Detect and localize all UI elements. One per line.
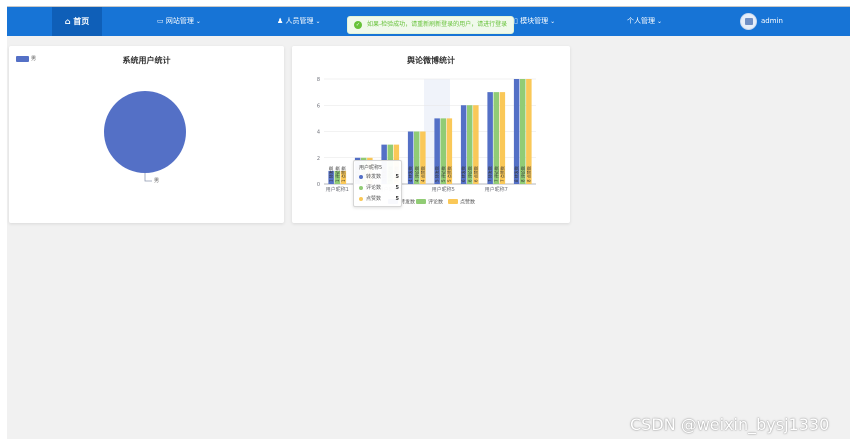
monitor-icon: ▭ [157,17,166,25]
pie-chart [104,91,186,182]
nav-user-management[interactable]: ♟ 人员管理 ⌄ [277,7,321,36]
y-tick-label: 6 [317,103,320,109]
tooltip-series-name: 点赞数 [366,196,382,202]
nav-site-management-label: 网站管理 [165,17,194,25]
tooltip-title: 用户昵称5 [359,165,383,171]
tooltip-row: 转发数 5 [359,173,401,182]
watermark: CSDN @weixin_bysj1330 [630,415,830,434]
bar-data-label: 4 转发数 [407,166,413,182]
bar-data-label: 7 点赞数 [499,166,505,182]
bar-data-label: 7 评论数 [493,166,499,182]
bar-data-label: 5 评论数 [440,166,446,182]
bar-data-label: 1 点赞数 [340,166,346,182]
y-tick-label: 2 [317,156,320,162]
success-toast: ✓ 如果-检验成功，请重新刷新登录的用户，请进行登录 [347,16,514,34]
series-dot-icon [359,185,363,190]
chevron-down-icon: ⌄ [195,18,201,25]
check-circle-icon: ✓ [354,21,362,29]
home-icon: ⌂ [64,17,74,26]
tooltip-series-value: 5 [395,185,399,191]
app-screen: ⌂ 首页 ▭ 网站管理 ⌄ ♟ 人员管理 ⌄ ▯ 模块管理 ⌄ 个人管理 ⌄ admin… [0,0,861,445]
bar-data-label: 5 转发数 [434,166,440,182]
y-tick-label: 0 [317,182,320,188]
pie-label-line [144,173,152,182]
bar-data-label: 4 点赞数 [419,166,425,182]
pie-slice-label: 男 [154,178,160,184]
tooltip-series-name: 评论数 [366,185,382,191]
tooltip-series-value: 5 [395,174,399,180]
bar-data-label: 8 点赞数 [525,166,531,182]
nav-module-management[interactable]: ▯ 模块管理 ⌄ [514,7,555,36]
weibo-stats-card: 舆论微博统计 1 转发数1 评论数1 点赞数2 转发数2 评论数2 点赞数3 转… [292,46,570,223]
chevron-down-icon: ⌄ [550,18,556,25]
x-tick-label: 用户昵称5 [432,186,455,193]
legend-label[interactable]: 转发数 [400,199,415,206]
bar-data-label: 6 转发数 [460,166,466,182]
x-tick-label: 用户昵称7 [485,186,508,193]
bar-data-label: 1 转发数 [328,166,334,182]
legend-label[interactable]: 评论数 [428,199,443,206]
bar-chart: 1 转发数1 评论数1 点赞数2 转发数2 评论数2 点赞数3 转发数3 评论数… [317,77,536,206]
pie-slice[interactable] [104,91,186,173]
nav-site-management[interactable]: ▭ 网站管理 ⌄ [157,7,201,36]
user-stats-card: 系统用户统计 男 男 [9,46,284,223]
bar-data-label: 1 评论数 [334,166,340,182]
tooltip-series-value: 5 [395,196,399,202]
nav-module-management-label: 模块管理 [520,17,549,25]
bar-data-label: 8 转发数 [513,166,519,182]
tooltip-row: 点赞数 5 [359,195,401,204]
user-avatar[interactable] [740,13,757,30]
bar-data-label: 7 转发数 [487,166,493,182]
chevron-down-icon: ⌄ [315,18,321,25]
bar-data-label: 8 评论数 [519,166,525,182]
nav-home-label: 首页 [73,17,90,26]
toast-message: 如果-检验成功，请重新刷新登录的用户，请进行登录 [367,21,508,28]
chevron-down-icon: ⌄ [657,18,663,25]
user-icon: ♟ [277,17,286,25]
y-tick-label: 4 [317,130,320,136]
legend-label[interactable]: 点赞数 [460,199,475,206]
legend-swatch[interactable] [448,199,458,204]
bar-data-label: 6 评论数 [466,166,472,182]
bar-data-label: 5 点赞数 [446,166,452,182]
nav-user-management-label: 人员管理 [285,17,314,25]
nav-personal-management[interactable]: 个人管理 ⌄ [627,7,662,36]
nav-personal-management-label: 个人管理 [627,17,655,25]
user-name[interactable]: admin [761,7,783,36]
bar-data-label: 6 点赞数 [472,166,478,182]
tooltip-row: 评论数 5 [359,184,401,193]
series-dot-icon [359,196,363,201]
y-tick-label: 8 [317,77,320,83]
x-tick-label: 用户昵称1 [326,186,349,193]
tooltip-series-name: 转发数 [366,174,382,180]
series-dot-icon [359,174,363,179]
legend-swatch[interactable] [416,199,426,204]
bar-data-label: 4 评论数 [413,166,419,182]
chart-tooltip: 用户昵称5 转发数 5 评论数 5 点赞数 5 [353,160,402,207]
nav-home[interactable]: ⌂ 首页 [52,7,102,36]
